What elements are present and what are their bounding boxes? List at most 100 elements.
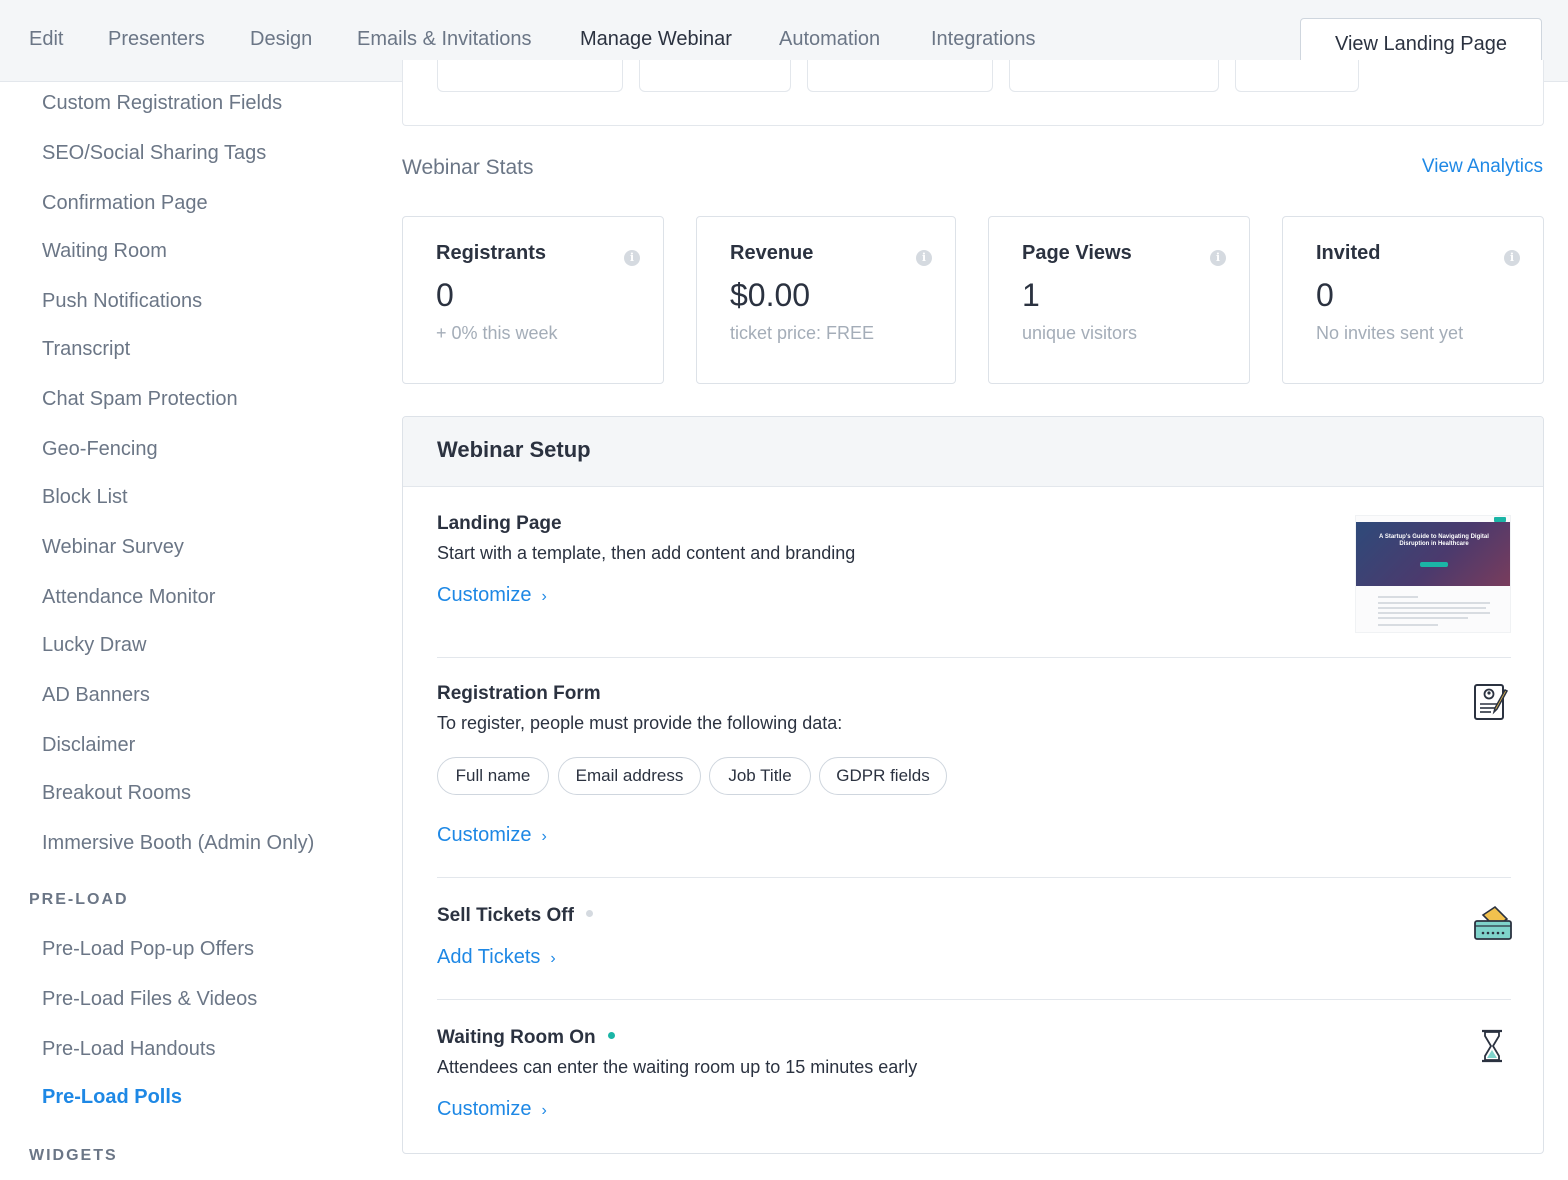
sidebar-section-widgets: WIDGETS: [29, 1147, 118, 1164]
waiting-room-title: Waiting Room On: [437, 1027, 615, 1049]
add-tickets-link[interactable]: Add Tickets ›: [437, 946, 556, 969]
landing-page-title: Landing Page: [437, 513, 562, 534]
landing-customize-link[interactable]: Customize ›: [437, 584, 547, 607]
clipped-chip: [1235, 60, 1359, 92]
stat-card-revenue: Revenue i $0.00 ticket price: FREE: [696, 216, 956, 384]
landing-page-desc: Start with a template, then add content …: [437, 543, 856, 563]
link-label: Customize: [437, 1098, 532, 1120]
sidebar-item-seo-social-sharing-tags[interactable]: SEO/Social Sharing Tags: [42, 142, 266, 165]
stat-card-page-views: Page Views i 1 unique visitors: [988, 216, 1250, 384]
section-divider: [437, 657, 1511, 658]
chevron-right-icon: ›: [541, 828, 547, 845]
info-icon[interactable]: i: [1504, 250, 1520, 266]
waiting-room-desc: Attendees can enter the waiting room up …: [437, 1057, 918, 1077]
clipped-chip: [1009, 60, 1219, 92]
chevron-right-icon: ›: [541, 1102, 547, 1119]
sidebar-item-webinar-survey[interactable]: Webinar Survey: [42, 536, 184, 559]
field-pill-gdpr-fields[interactable]: GDPR fields: [819, 757, 947, 795]
thumbnail-line: [1378, 617, 1468, 619]
field-pill-full-name[interactable]: Full name: [437, 757, 549, 795]
thumbnail-line: [1378, 612, 1490, 614]
tab-edit[interactable]: Edit: [29, 0, 63, 82]
thumbnail-button: [1420, 562, 1448, 567]
webinar-stats-title: Webinar Stats: [402, 156, 534, 179]
info-icon[interactable]: i: [624, 250, 640, 266]
stat-card-registrants: Registrants i 0 + 0% this week: [402, 216, 664, 384]
registration-form-desc: To register, people must provide the fol…: [437, 713, 843, 733]
info-icon[interactable]: i: [916, 250, 932, 266]
registration-customize-link[interactable]: Customize ›: [437, 824, 547, 847]
clipped-chip: [437, 60, 623, 92]
sidebar-item-preload-popup-offers[interactable]: Pre-Load Pop-up Offers: [42, 938, 254, 961]
info-icon[interactable]: i: [1210, 250, 1226, 266]
sidebar-item-ad-banners[interactable]: AD Banners: [42, 684, 150, 707]
link-label: Customize: [437, 584, 532, 606]
sidebar-item-breakout-rooms[interactable]: Breakout Rooms: [42, 782, 191, 805]
hourglass-icon: [1482, 1029, 1502, 1063]
stat-card-invited: Invited i 0 No invites sent yet: [1282, 216, 1544, 384]
field-pill-job-title[interactable]: Job Title: [709, 757, 811, 795]
sidebar-item-push-notifications[interactable]: Push Notifications: [42, 290, 202, 313]
link-label: Add Tickets: [437, 946, 541, 968]
stat-label: Page Views: [1022, 242, 1132, 264]
sidebar-item-immersive-booth[interactable]: Immersive Booth (Admin Only): [42, 832, 314, 855]
stat-label: Revenue: [730, 242, 814, 264]
link-label: Customize: [437, 824, 532, 846]
waiting-room-customize-link[interactable]: Customize ›: [437, 1098, 547, 1121]
scrolled-card: [402, 60, 1544, 126]
clipped-chip: [639, 60, 791, 92]
thumbnail-line: [1378, 602, 1490, 604]
status-off-indicator: [585, 910, 593, 918]
sidebar-item-preload-polls[interactable]: Pre-Load Polls: [42, 1086, 182, 1109]
chevron-right-icon: ›: [550, 950, 556, 967]
sidebar-item-preload-handouts[interactable]: Pre-Load Handouts: [42, 1038, 215, 1061]
landing-page-thumbnail[interactable]: A Startup's Guide to Navigating Digital …: [1355, 515, 1511, 633]
section-divider: [437, 999, 1511, 1000]
waiting-room-label: Waiting Room On: [437, 1027, 596, 1048]
stat-value: 0: [436, 277, 454, 313]
view-analytics-link[interactable]: View Analytics: [1422, 156, 1543, 178]
stat-sub: No invites sent yet: [1316, 323, 1464, 343]
field-pill-email-address[interactable]: Email address: [558, 757, 701, 795]
setup-header: Webinar Setup: [403, 417, 1543, 487]
stat-sub: unique visitors: [1022, 323, 1138, 343]
thumbnail-line: [1378, 607, 1486, 609]
status-on-indicator: [607, 1032, 615, 1040]
sidebar-item-lucky-draw[interactable]: Lucky Draw: [42, 634, 146, 657]
sidebar-section-preload: PRE-LOAD: [29, 891, 129, 908]
tab-design[interactable]: Design: [250, 0, 312, 82]
registration-form-icon: [1474, 684, 1509, 720]
webinar-setup-panel: Webinar Setup Landing Page Start with a …: [402, 416, 1544, 1154]
sidebar-item-block-list[interactable]: Block List: [42, 486, 128, 509]
stat-sub: ticket price: FREE: [730, 323, 875, 343]
sidebar: Custom Registration Fields SEO/Social Sh…: [0, 82, 380, 1180]
tab-presenters[interactable]: Presenters: [108, 0, 205, 82]
thumbnail-line: [1378, 596, 1418, 598]
sidebar-item-disclaimer[interactable]: Disclaimer: [42, 734, 135, 757]
sidebar-item-transcript[interactable]: Transcript: [42, 338, 130, 361]
stat-label: Invited: [1316, 242, 1381, 264]
stat-value: $0.00: [730, 277, 811, 313]
stat-value: 1: [1022, 277, 1040, 313]
sidebar-item-confirmation-page[interactable]: Confirmation Page: [42, 192, 208, 215]
chevron-right-icon: ›: [541, 588, 547, 605]
clipped-chip: [807, 60, 993, 92]
sidebar-item-waiting-room[interactable]: Waiting Room: [42, 240, 167, 263]
ticket-icon: [1474, 905, 1512, 940]
thumbnail-line: [1378, 624, 1438, 626]
sell-tickets-label: Sell Tickets Off: [437, 905, 574, 926]
sidebar-item-custom-registration-fields[interactable]: Custom Registration Fields: [42, 92, 282, 115]
sidebar-item-attendance-monitor[interactable]: Attendance Monitor: [42, 586, 215, 609]
webinar-setup-title: Webinar Setup: [437, 437, 591, 462]
sidebar-item-chat-spam-protection[interactable]: Chat Spam Protection: [42, 388, 238, 411]
section-divider: [437, 877, 1511, 878]
thumbnail-title: A Startup's Guide to Navigating Digital …: [1379, 534, 1489, 547]
registration-form-title: Registration Form: [437, 683, 601, 704]
stat-sub: + 0% this week: [436, 323, 558, 343]
stat-label: Registrants: [436, 242, 547, 264]
thumbnail-hero: [1356, 522, 1510, 586]
stat-value: 0: [1316, 277, 1334, 313]
sidebar-item-preload-files-videos[interactable]: Pre-Load Files & Videos: [42, 988, 257, 1011]
sell-tickets-title: Sell Tickets Off: [437, 905, 593, 927]
sidebar-item-geo-fencing[interactable]: Geo-Fencing: [42, 438, 158, 461]
